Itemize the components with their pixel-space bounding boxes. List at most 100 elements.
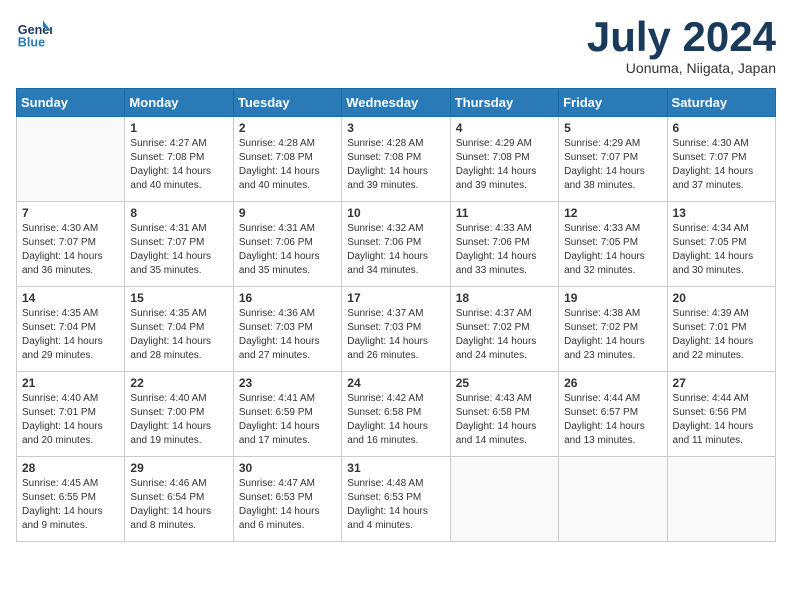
day-info: Sunrise: 4:41 AM Sunset: 6:59 PM Dayligh… [239, 392, 336, 448]
day-info: Sunrise: 4:36 AM Sunset: 7:03 PM Dayligh… [239, 307, 336, 363]
day-number: 14 [22, 291, 119, 305]
day-cell: 10 Sunrise: 4:32 AM Sunset: 7:06 PM Dayli… [342, 202, 450, 287]
day-info: Sunrise: 4:46 AM Sunset: 6:54 PM Dayligh… [130, 477, 227, 533]
logo-icon: General Blue [16, 16, 52, 52]
day-info: Sunrise: 4:31 AM Sunset: 7:06 PM Dayligh… [239, 222, 336, 278]
day-info: Sunrise: 4:32 AM Sunset: 7:06 PM Dayligh… [347, 222, 444, 278]
day-info: Sunrise: 4:35 AM Sunset: 7:04 PM Dayligh… [130, 307, 227, 363]
day-cell: 27 Sunrise: 4:44 AM Sunset: 6:56 PM Dayli… [667, 372, 775, 457]
day-cell [667, 457, 775, 542]
day-number: 24 [347, 376, 444, 390]
day-cell: 22 Sunrise: 4:40 AM Sunset: 7:00 PM Dayli… [125, 372, 233, 457]
day-cell [17, 117, 125, 202]
day-number: 10 [347, 206, 444, 220]
weekday-header-row: SundayMondayTuesdayWednesdayThursdayFrid… [17, 89, 776, 117]
day-number: 2 [239, 121, 336, 135]
day-number: 29 [130, 461, 227, 475]
day-info: Sunrise: 4:37 AM Sunset: 7:03 PM Dayligh… [347, 307, 444, 363]
weekday-header-tuesday: Tuesday [233, 89, 341, 117]
day-cell: 20 Sunrise: 4:39 AM Sunset: 7:01 PM Dayli… [667, 287, 775, 372]
day-cell: 15 Sunrise: 4:35 AM Sunset: 7:04 PM Dayli… [125, 287, 233, 372]
day-info: Sunrise: 4:44 AM Sunset: 6:56 PM Dayligh… [673, 392, 770, 448]
day-info: Sunrise: 4:47 AM Sunset: 6:53 PM Dayligh… [239, 477, 336, 533]
day-number: 31 [347, 461, 444, 475]
day-info: Sunrise: 4:28 AM Sunset: 7:08 PM Dayligh… [347, 137, 444, 193]
week-row-2: 7 Sunrise: 4:30 AM Sunset: 7:07 PM Daylig… [17, 202, 776, 287]
day-cell [450, 457, 558, 542]
day-cell: 14 Sunrise: 4:35 AM Sunset: 7:04 PM Dayli… [17, 287, 125, 372]
day-number: 27 [673, 376, 770, 390]
weekday-header-friday: Friday [559, 89, 667, 117]
day-info: Sunrise: 4:40 AM Sunset: 7:00 PM Dayligh… [130, 392, 227, 448]
day-info: Sunrise: 4:37 AM Sunset: 7:02 PM Dayligh… [456, 307, 553, 363]
day-info: Sunrise: 4:39 AM Sunset: 7:01 PM Dayligh… [673, 307, 770, 363]
day-number: 7 [22, 206, 119, 220]
day-cell: 29 Sunrise: 4:46 AM Sunset: 6:54 PM Dayli… [125, 457, 233, 542]
week-row-1: 1 Sunrise: 4:27 AM Sunset: 7:08 PM Daylig… [17, 117, 776, 202]
day-info: Sunrise: 4:27 AM Sunset: 7:08 PM Dayligh… [130, 137, 227, 193]
day-number: 26 [564, 376, 661, 390]
day-number: 5 [564, 121, 661, 135]
day-cell: 11 Sunrise: 4:33 AM Sunset: 7:06 PM Dayli… [450, 202, 558, 287]
day-info: Sunrise: 4:45 AM Sunset: 6:55 PM Dayligh… [22, 477, 119, 533]
day-cell: 24Sunrise: 4:42 AM Sunset: 6:58 PM Dayli… [342, 372, 450, 457]
day-number: 3 [347, 121, 444, 135]
week-row-5: 28Sunrise: 4:45 AM Sunset: 6:55 PM Dayli… [17, 457, 776, 542]
day-number: 4 [456, 121, 553, 135]
day-cell: 2 Sunrise: 4:28 AM Sunset: 7:08 PM Daylig… [233, 117, 341, 202]
day-info: Sunrise: 4:28 AM Sunset: 7:08 PM Dayligh… [239, 137, 336, 193]
logo: General Blue [16, 16, 52, 52]
day-number: 18 [456, 291, 553, 305]
day-cell: 4 Sunrise: 4:29 AM Sunset: 7:08 PM Daylig… [450, 117, 558, 202]
day-cell: 25 Sunrise: 4:43 AM Sunset: 6:58 PM Dayli… [450, 372, 558, 457]
location: Uonuma, Niigata, Japan [587, 60, 776, 76]
day-number: 1 [130, 121, 227, 135]
weekday-header-monday: Monday [125, 89, 233, 117]
day-number: 30 [239, 461, 336, 475]
day-cell: 30 Sunrise: 4:47 AM Sunset: 6:53 PM Dayli… [233, 457, 341, 542]
day-info: Sunrise: 4:34 AM Sunset: 7:05 PM Dayligh… [673, 222, 770, 278]
day-info: Sunrise: 4:33 AM Sunset: 7:05 PM Dayligh… [564, 222, 661, 278]
day-number: 21 [22, 376, 119, 390]
day-info: Sunrise: 4:44 AM Sunset: 6:57 PM Dayligh… [564, 392, 661, 448]
day-info: Sunrise: 4:35 AM Sunset: 7:04 PM Dayligh… [22, 307, 119, 363]
day-number: 15 [130, 291, 227, 305]
day-cell: 12Sunrise: 4:33 AM Sunset: 7:05 PM Dayli… [559, 202, 667, 287]
day-number: 9 [239, 206, 336, 220]
day-info: Sunrise: 4:38 AM Sunset: 7:02 PM Dayligh… [564, 307, 661, 363]
day-number: 16 [239, 291, 336, 305]
svg-text:Blue: Blue [18, 36, 45, 50]
day-info: Sunrise: 4:29 AM Sunset: 7:07 PM Dayligh… [564, 137, 661, 193]
day-cell: 16 Sunrise: 4:36 AM Sunset: 7:03 PM Dayli… [233, 287, 341, 372]
day-cell: 6Sunrise: 4:30 AM Sunset: 7:07 PM Daylig… [667, 117, 775, 202]
day-info: Sunrise: 4:30 AM Sunset: 7:07 PM Dayligh… [22, 222, 119, 278]
day-info: Sunrise: 4:40 AM Sunset: 7:01 PM Dayligh… [22, 392, 119, 448]
day-cell: 28Sunrise: 4:45 AM Sunset: 6:55 PM Dayli… [17, 457, 125, 542]
weekday-header-sunday: Sunday [17, 89, 125, 117]
day-cell: 1 Sunrise: 4:27 AM Sunset: 7:08 PM Daylig… [125, 117, 233, 202]
page-header: General Blue July 2024 Uonuma, Niigata, … [16, 16, 776, 76]
weekday-header-saturday: Saturday [667, 89, 775, 117]
day-cell: 19Sunrise: 4:38 AM Sunset: 7:02 PM Dayli… [559, 287, 667, 372]
day-info: Sunrise: 4:30 AM Sunset: 7:07 PM Dayligh… [673, 137, 770, 193]
day-cell [559, 457, 667, 542]
day-cell: 3 Sunrise: 4:28 AM Sunset: 7:08 PM Daylig… [342, 117, 450, 202]
day-cell: 18 Sunrise: 4:37 AM Sunset: 7:02 PM Dayli… [450, 287, 558, 372]
day-info: Sunrise: 4:33 AM Sunset: 7:06 PM Dayligh… [456, 222, 553, 278]
month-title: July 2024 [587, 16, 776, 58]
calendar-table: SundayMondayTuesdayWednesdayThursdayFrid… [16, 88, 776, 542]
day-info: Sunrise: 4:43 AM Sunset: 6:58 PM Dayligh… [456, 392, 553, 448]
day-number: 20 [673, 291, 770, 305]
day-number: 25 [456, 376, 553, 390]
day-info: Sunrise: 4:31 AM Sunset: 7:07 PM Dayligh… [130, 222, 227, 278]
day-info: Sunrise: 4:29 AM Sunset: 7:08 PM Dayligh… [456, 137, 553, 193]
day-number: 17 [347, 291, 444, 305]
day-number: 13 [673, 206, 770, 220]
day-cell: 7 Sunrise: 4:30 AM Sunset: 7:07 PM Daylig… [17, 202, 125, 287]
day-cell: 8 Sunrise: 4:31 AM Sunset: 7:07 PM Daylig… [125, 202, 233, 287]
day-cell: 9 Sunrise: 4:31 AM Sunset: 7:06 PM Daylig… [233, 202, 341, 287]
day-number: 22 [130, 376, 227, 390]
day-number: 8 [130, 206, 227, 220]
day-number: 11 [456, 206, 553, 220]
weekday-header-thursday: Thursday [450, 89, 558, 117]
